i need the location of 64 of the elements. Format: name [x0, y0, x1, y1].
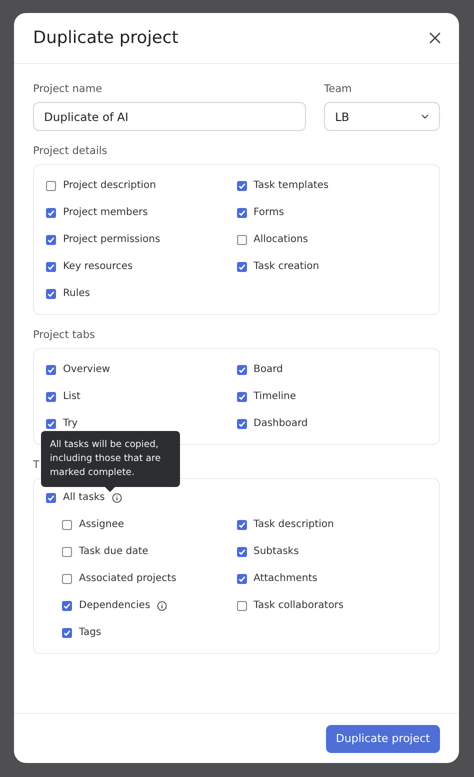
option-label: Attachments: [254, 573, 318, 584]
option-label: Task collaborators: [254, 600, 344, 611]
option-label: Timeline: [254, 391, 296, 402]
checkbox[interactable]: [62, 628, 72, 638]
option-label: Tags: [79, 627, 102, 638]
checkbox[interactable]: [46, 392, 56, 402]
option-label: Dashboard: [254, 418, 308, 429]
field-label: Team: [324, 83, 353, 95]
info-icon[interactable]: [157, 600, 168, 610]
checkbox[interactable]: [62, 574, 72, 584]
option-label: Task templates: [254, 180, 329, 191]
checkbox[interactable]: [236, 574, 246, 584]
checkbox[interactable]: [46, 208, 56, 218]
option-label: Task creation: [254, 261, 320, 272]
option-label: Key resources: [63, 261, 133, 272]
option-label: Associated projects: [79, 573, 176, 584]
option-label: Project description: [63, 180, 156, 191]
option-label: Allocations: [254, 234, 308, 245]
checkbox[interactable]: [46, 262, 56, 272]
close-button[interactable]: [427, 30, 443, 46]
info-icon[interactable]: [112, 492, 122, 502]
option-label: Rules: [63, 288, 90, 299]
option-label: Subtasks: [254, 546, 299, 557]
option-label: Overview: [63, 364, 110, 375]
checkbox[interactable]: [46, 180, 56, 190]
checkbox[interactable]: [46, 234, 56, 244]
field-label: Project name: [33, 83, 104, 95]
checkbox[interactable]: [236, 600, 246, 610]
section-title: T: [33, 459, 40, 471]
section-title: Project tabs: [33, 329, 96, 341]
duplicate-project-button[interactable]: Duplicate project: [326, 724, 440, 752]
checkbox[interactable]: [236, 418, 246, 428]
option-label: Forms: [254, 207, 284, 218]
checkbox[interactable]: [46, 492, 56, 502]
option-label: Try: [63, 418, 78, 429]
checkbox[interactable]: [236, 234, 246, 244]
checkbox[interactable]: [236, 392, 246, 402]
dialog-title: Duplicate project: [33, 28, 178, 48]
option-label: List: [63, 391, 80, 402]
checkbox[interactable]: [46, 288, 56, 298]
option-label: All tasks: [63, 492, 105, 503]
tooltip-pointer: [104, 486, 115, 492]
chevron-down-icon: [421, 114, 429, 119]
checkbox[interactable]: [62, 520, 72, 530]
checkbox[interactable]: [62, 546, 72, 556]
checkbox[interactable]: [46, 418, 56, 428]
checkbox[interactable]: [236, 180, 246, 190]
option-label: Task due date: [79, 546, 148, 557]
checkbox[interactable]: [236, 546, 246, 556]
project-name-field[interactable]: Duplicate of AI: [33, 102, 306, 131]
team-select[interactable]: LB: [324, 102, 440, 131]
option-label: Task description: [254, 519, 334, 530]
option-label: Board: [254, 364, 283, 375]
option-label: Project permissions: [63, 234, 160, 245]
checkbox[interactable]: [236, 208, 246, 218]
option-label: Project members: [63, 207, 148, 218]
checkbox[interactable]: [236, 364, 246, 374]
checkbox[interactable]: [236, 262, 246, 272]
section-title: Project details: [33, 145, 108, 157]
checkbox[interactable]: [62, 600, 72, 610]
checkbox[interactable]: [236, 520, 246, 530]
option-label: Dependencies: [79, 600, 150, 611]
checkbox[interactable]: [46, 364, 56, 374]
option-label: Assignee: [79, 519, 124, 530]
